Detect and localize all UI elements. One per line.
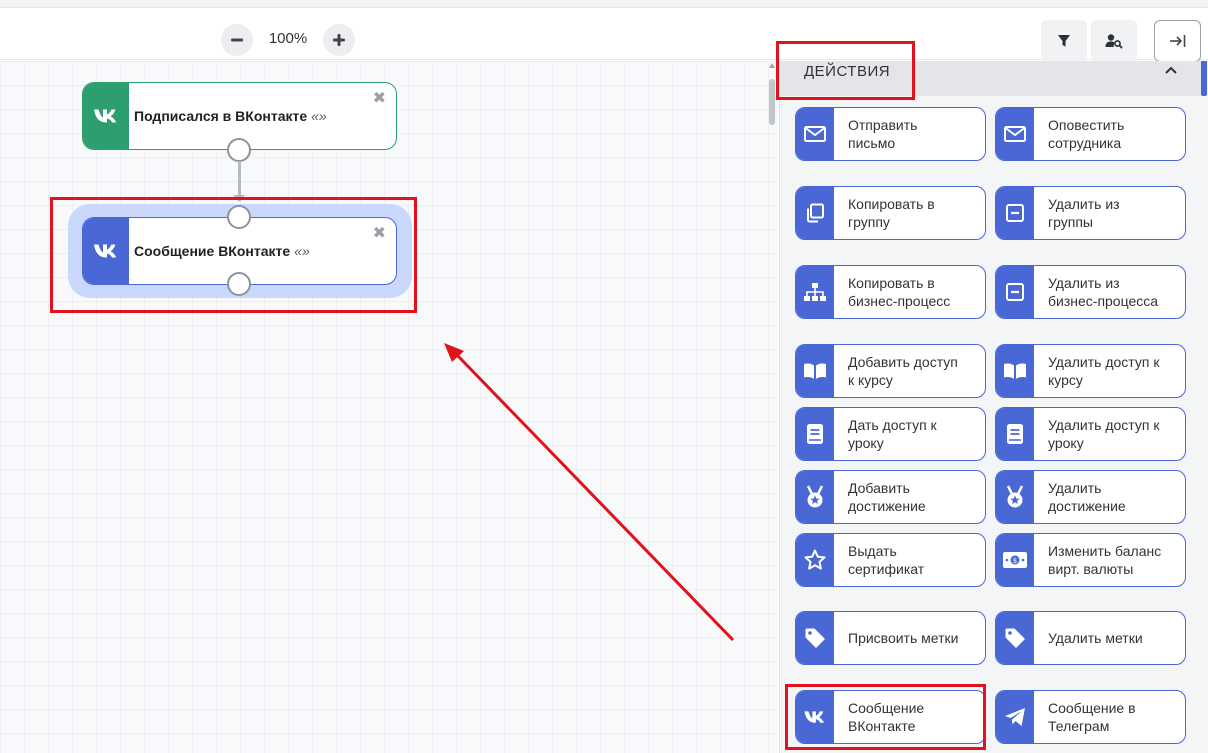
action-telegram-message[interactable]: Сообщение в Телеграм: [995, 690, 1186, 744]
actions-panel: ДЕЙСТВИЯ Отправить письмо Оповестить сот…: [779, 61, 1208, 753]
money-bill-icon: $: [1003, 552, 1027, 568]
actions-section-header[interactable]: ДЕЙСТВИЯ: [780, 61, 1201, 96]
minus-box-icon: [1006, 283, 1024, 301]
action-assign-tags[interactable]: Присвоить метки: [795, 611, 986, 665]
minus-box-icon: [1006, 204, 1024, 222]
action-issue-certificate[interactable]: Выдать сертификат: [795, 533, 986, 587]
book-open-icon: [804, 363, 826, 379]
action-send-email[interactable]: Отправить письмо: [795, 107, 986, 161]
action-vk-message[interactable]: Сообщение ВКонтакте: [795, 690, 986, 744]
book-icon: [1007, 424, 1023, 444]
telegram-icon: [1005, 708, 1025, 726]
action-give-lesson-access[interactable]: Дать доступ к уроку: [795, 407, 986, 461]
vk-icon: [804, 711, 824, 723]
copy-icon: [807, 203, 824, 223]
panel-scrollbar[interactable]: [1201, 61, 1207, 96]
action-copy-to-business-process[interactable]: Копировать в бизнес-процесс: [795, 265, 986, 319]
tag-icon: [805, 628, 825, 648]
medal-icon: [1006, 485, 1024, 508]
book-icon: [807, 424, 823, 444]
action-remove-lesson-access[interactable]: Удалить доступ к уроку: [995, 407, 1186, 461]
book-open-icon: [1004, 363, 1026, 379]
envelope-icon: [1004, 126, 1026, 142]
action-change-virtual-balance[interactable]: $ Изменить баланс вирт. валюты: [995, 533, 1186, 587]
action-remove-course-access[interactable]: Удалить доступ к курсу: [995, 344, 1186, 398]
sitemap-icon: [804, 283, 826, 301]
svg-text:$: $: [1013, 557, 1017, 565]
section-title: ДЕЙСТВИЯ: [804, 63, 891, 80]
action-remove-from-group[interactable]: Удалить из группы: [995, 186, 1186, 240]
medal-icon: [806, 485, 824, 508]
action-remove-achievement[interactable]: Удалить достижение: [995, 470, 1186, 524]
star-icon: [804, 549, 826, 570]
action-add-achievement[interactable]: Добавить достижение: [795, 470, 986, 524]
action-remove-tags[interactable]: Удалить метки: [995, 611, 1186, 665]
action-remove-from-business-process[interactable]: Удалить из бизнес-процесса: [995, 265, 1186, 319]
action-copy-to-group[interactable]: Копировать в группу: [795, 186, 986, 240]
envelope-icon: [804, 126, 826, 142]
action-add-course-access[interactable]: Добавить доступ к курсу: [795, 344, 986, 398]
action-notify-employee[interactable]: Оповестить сотрудника: [995, 107, 1186, 161]
tag-icon: [1005, 628, 1025, 648]
chevron-up-icon[interactable]: [1164, 63, 1178, 77]
